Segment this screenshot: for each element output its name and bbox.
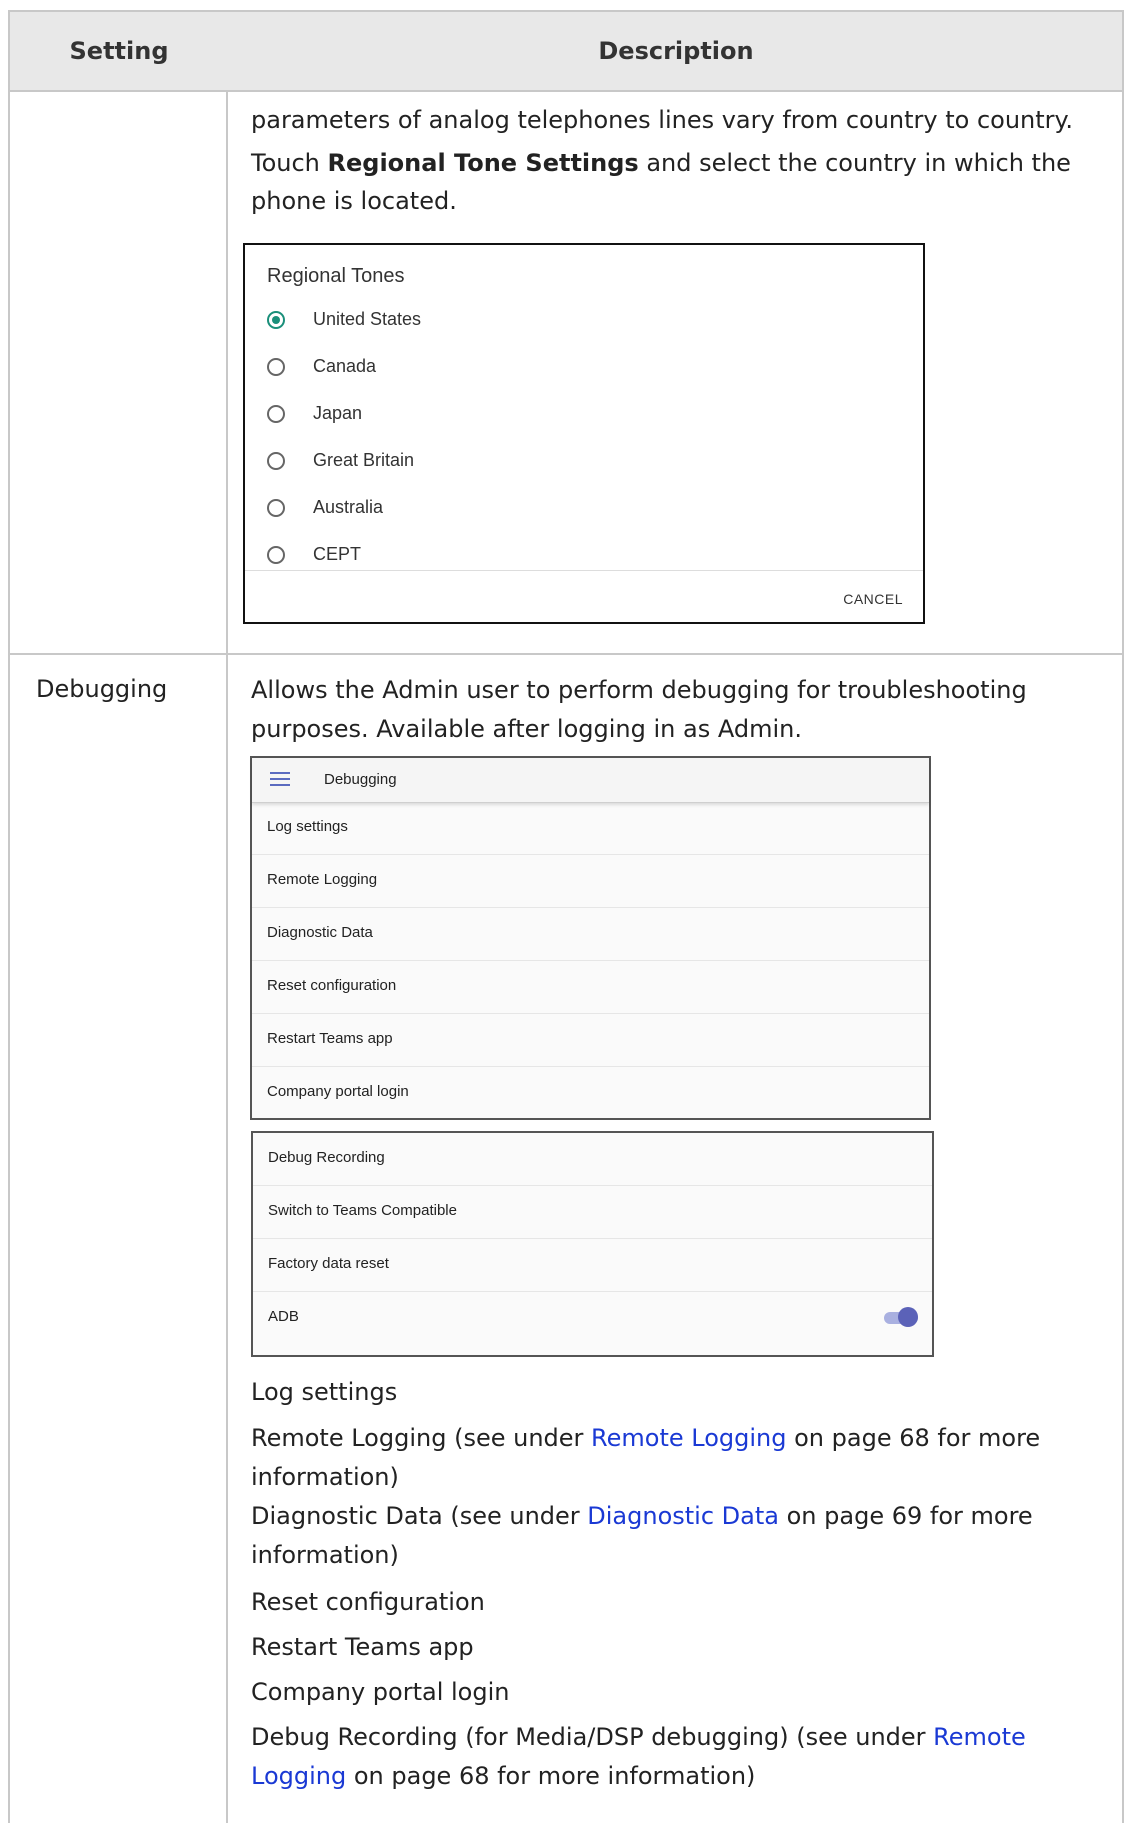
radio-icon[interactable] (267, 452, 285, 470)
list-diagnostic-data-cont: information) (251, 1541, 399, 1569)
list-debug-recording: Debug Recording (for Media/DSP debugging… (251, 1723, 1026, 1751)
dialog-divider (245, 570, 923, 571)
adb-toggle[interactable] (884, 1307, 918, 1327)
list-remote-logging-cont: information) (251, 1463, 399, 1491)
app-bar: Debugging (252, 758, 929, 803)
remote-logging-link-2b[interactable]: Logging (251, 1762, 346, 1790)
list-remote-logging: Remote Logging (see under Remote Logging… (251, 1424, 1041, 1452)
list-log-settings: Log settings (251, 1378, 398, 1406)
header-setting: Setting (69, 37, 169, 65)
remote-logging-link-2a[interactable]: Remote (933, 1723, 1026, 1751)
menu-item-remote-logging[interactable]: Remote Logging (252, 855, 929, 908)
row2-desc-line2: purposes. Available after logging in as … (251, 715, 802, 743)
list-restart-teams-app: Restart Teams app (251, 1633, 474, 1661)
row2-desc-line1: Allows the Admin user to perform debuggi… (251, 676, 1027, 704)
menu-item-restart-teams-app[interactable]: Restart Teams app (252, 1014, 929, 1067)
row1-desc-line3: phone is located. (251, 187, 457, 215)
table-column-divider (226, 90, 228, 1823)
radio-icon[interactable] (267, 405, 285, 423)
menu-item-company-portal-login[interactable]: Company portal login (252, 1067, 929, 1119)
list-debug-recording-cont: Logging on page 68 for more information) (251, 1762, 756, 1790)
radio-selected-icon[interactable] (267, 311, 285, 329)
diagnostic-data-link[interactable]: Diagnostic Data (587, 1502, 779, 1530)
menu-item-log-settings[interactable]: Log settings (252, 802, 929, 855)
table-right-border (1122, 90, 1124, 1823)
settings-table: Setting Description parameters of analog… (0, 0, 1127, 1823)
radio-icon[interactable] (267, 358, 285, 376)
radio-icon[interactable] (267, 546, 285, 564)
list-company-portal-login: Company portal login (251, 1678, 510, 1706)
row1-desc-line1: parameters of analog telephones lines va… (251, 106, 1073, 134)
menu-item-diagnostic-data[interactable]: Diagnostic Data (252, 908, 929, 961)
menu-item-debug-recording[interactable]: Debug Recording (253, 1133, 932, 1186)
debugging-screen-continued: Debug Recording Switch to Teams Compatib… (251, 1131, 934, 1357)
cancel-button[interactable]: CANCEL (843, 591, 903, 607)
regional-tone-settings-term: Regional Tone Settings (327, 149, 639, 177)
app-bar-title: Debugging (324, 771, 397, 788)
menu-item-adb[interactable]: ADB (253, 1292, 932, 1344)
row1-desc-line2: Touch Regional Tone Settings and select … (251, 149, 1071, 177)
table-header: Setting Description (8, 10, 1124, 92)
header-description: Description (598, 37, 754, 65)
hamburger-menu-icon[interactable] (270, 772, 290, 786)
menu-item-reset-configuration[interactable]: Reset configuration (252, 961, 929, 1014)
list-diagnostic-data: Diagnostic Data (see under Diagnostic Da… (251, 1502, 1033, 1530)
table-left-border (8, 90, 10, 1823)
dialog-title: Regional Tones (267, 265, 405, 287)
menu-item-switch-teams-compatible[interactable]: Switch to Teams Compatible (253, 1186, 932, 1239)
list-reset-configuration: Reset configuration (251, 1588, 485, 1616)
remote-logging-link[interactable]: Remote Logging (591, 1424, 786, 1452)
row-divider (8, 653, 1124, 655)
debugging-screen: Debugging Log settings Remote Logging Di… (250, 756, 931, 1120)
menu-item-factory-data-reset[interactable]: Factory data reset (253, 1239, 932, 1292)
setting-debugging: Debugging (36, 675, 168, 703)
regional-tones-dialog: Regional Tones United States Canada Japa… (243, 243, 925, 624)
radio-icon[interactable] (267, 499, 285, 517)
toggle-knob (898, 1307, 918, 1327)
